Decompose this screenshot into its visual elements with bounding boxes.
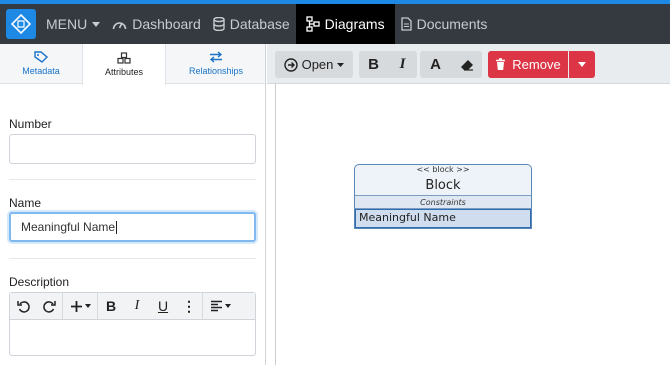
caret-down-icon xyxy=(337,62,345,67)
block-property[interactable]: Meaningful Name xyxy=(355,209,531,228)
nav-dashboard[interactable]: Dashboard xyxy=(106,4,207,44)
redo-button[interactable] xyxy=(36,293,62,320)
name-input[interactable]: Meaningful Name xyxy=(9,212,256,242)
align-left-icon xyxy=(210,300,222,312)
nav-database-label: Database xyxy=(229,16,290,32)
nav-diagrams[interactable]: Diagrams xyxy=(295,4,395,44)
app-logo[interactable] xyxy=(6,9,36,39)
name-label: Name xyxy=(9,196,42,210)
underline-button[interactable]: U xyxy=(150,293,176,320)
remove-label: Remove xyxy=(512,57,561,72)
italic-button[interactable]: I xyxy=(388,56,417,73)
nav-documents[interactable]: Documents xyxy=(395,4,494,44)
redo-icon xyxy=(42,300,56,313)
menu-dropdown[interactable]: MENU xyxy=(40,4,106,44)
open-dropdown[interactable]: Open xyxy=(275,51,353,78)
more-button[interactable]: ⋮ xyxy=(176,293,202,320)
nav-documents-label: Documents xyxy=(416,16,488,32)
cubes-icon xyxy=(117,52,131,64)
number-label: Number xyxy=(9,117,52,131)
text-color-button[interactable]: A xyxy=(420,56,451,73)
description-label: Description xyxy=(9,275,70,289)
eraser-icon xyxy=(460,59,473,71)
nav-diagrams-label: Diagrams xyxy=(324,16,385,32)
tag-icon xyxy=(34,51,48,63)
insert-dropdown[interactable] xyxy=(63,293,97,320)
sysml-block[interactable]: << block >> Block Constraints Meaningful… xyxy=(354,164,532,229)
caret-down-icon xyxy=(92,21,101,27)
caret-down-icon xyxy=(84,304,91,308)
italic-button[interactable]: I xyxy=(124,293,150,320)
diagram-toolbar: Open B I A Remove xyxy=(267,44,670,84)
align-dropdown[interactable] xyxy=(203,293,237,320)
eraser-button[interactable] xyxy=(451,59,482,71)
database-icon xyxy=(213,17,225,31)
block-stereotype: << block >> xyxy=(416,165,470,174)
remove-button[interactable]: Remove xyxy=(488,51,568,78)
caret-down-icon xyxy=(578,62,586,67)
tab-metadata[interactable]: Metadata xyxy=(0,44,82,83)
caret-down-icon xyxy=(224,304,231,308)
tab-relationships[interactable]: Relationships xyxy=(166,44,266,83)
dashboard-icon xyxy=(112,21,127,29)
menu-label: MENU xyxy=(46,16,88,32)
diagram-icon xyxy=(306,16,320,32)
number-input[interactable] xyxy=(9,134,256,164)
nav-dashboard-label: Dashboard xyxy=(132,16,201,32)
block-section-header: Constraints xyxy=(355,196,531,209)
nav-database[interactable]: Database xyxy=(207,4,296,44)
description-editor[interactable]: B I U ⋮ xyxy=(9,292,256,356)
tab-attributes[interactable]: Attributes xyxy=(82,44,166,85)
field-divider xyxy=(9,258,256,259)
tab-metadata-label: Metadata xyxy=(22,66,60,76)
undo-icon xyxy=(16,300,30,313)
panel-tabs: Metadata Attributes Relationships xyxy=(0,44,266,85)
tab-relationships-label: Relationships xyxy=(188,66,244,76)
exchange-icon xyxy=(209,51,223,63)
text-format-group: A xyxy=(420,51,482,78)
open-label: Open xyxy=(301,57,334,72)
block-name: Block xyxy=(355,175,531,196)
text-cursor xyxy=(116,220,118,234)
undo-button[interactable] xyxy=(10,293,36,320)
top-navbar: MENU Dashboard Database Diagrams Documen… xyxy=(0,4,670,44)
trash-icon xyxy=(496,58,506,70)
bold-button[interactable]: B xyxy=(98,293,124,320)
text-style-group: B I xyxy=(359,51,417,78)
editor-toolbar: B I U ⋮ xyxy=(10,292,255,320)
field-divider xyxy=(9,179,256,180)
plus-icon xyxy=(70,300,82,312)
sign-in-icon xyxy=(283,57,298,72)
name-input-value: Meaningful Name xyxy=(21,220,116,234)
document-icon xyxy=(400,17,412,31)
logo-icon xyxy=(11,14,31,34)
bold-button[interactable]: B xyxy=(359,56,388,73)
properties-panel: Metadata Attributes Relationships Number… xyxy=(0,44,266,365)
remove-dropdown-toggle[interactable] xyxy=(569,51,595,78)
tab-attributes-label: Attributes xyxy=(104,67,144,77)
